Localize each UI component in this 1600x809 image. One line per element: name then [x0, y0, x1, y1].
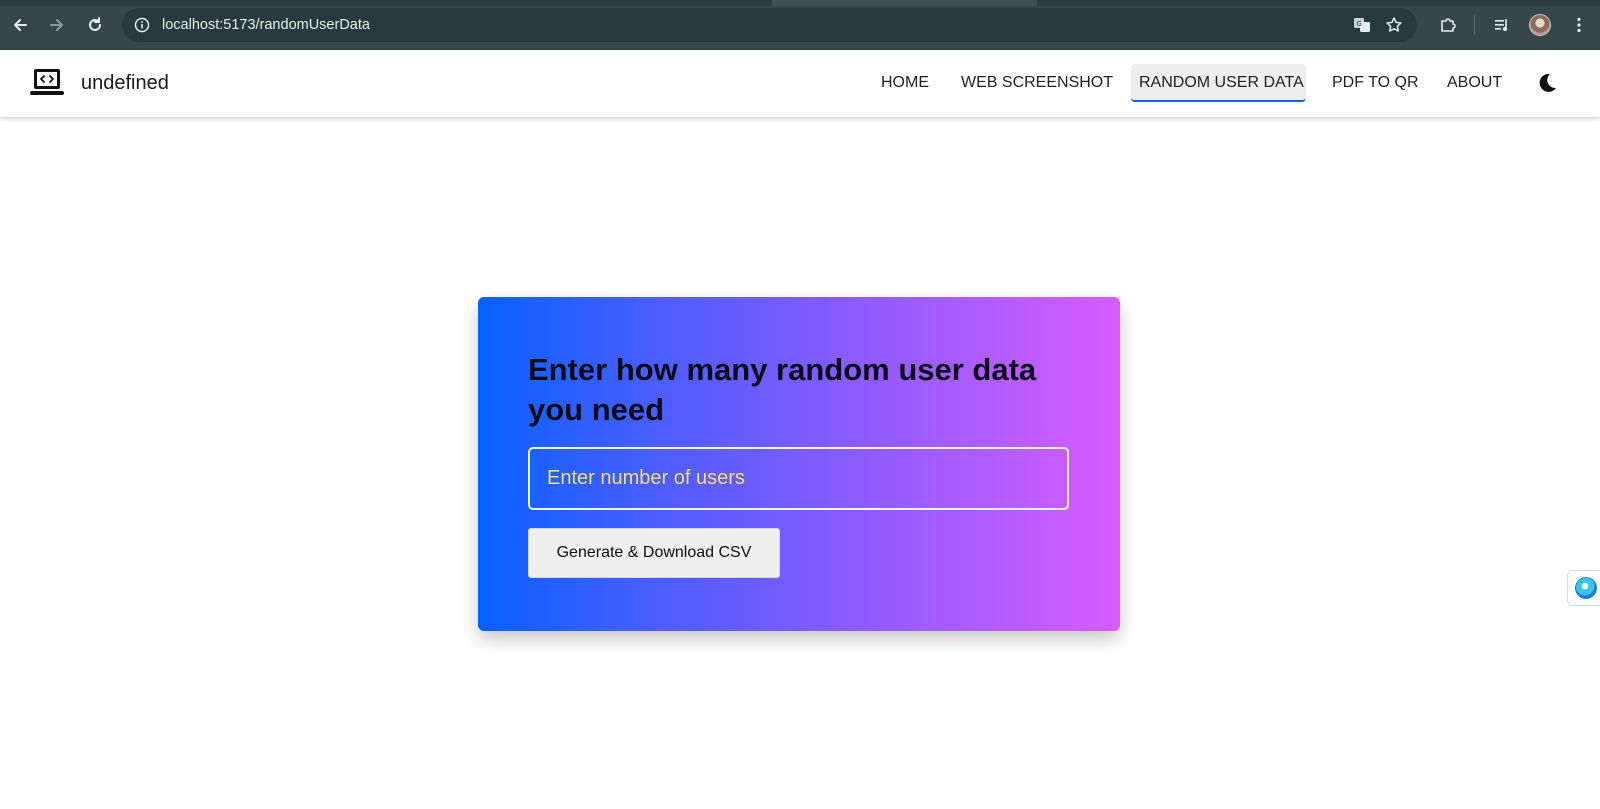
- arrow-left-icon[interactable]: [8, 13, 32, 37]
- card-title: Enter how many random user data you need: [528, 352, 1037, 427]
- toolbar-separator: [1474, 15, 1475, 35]
- tab-strip-highlight: [772, 0, 1037, 6]
- nav-pdf-to-qr[interactable]: PDF TO QR: [1324, 64, 1427, 102]
- nav-about[interactable]: ABOUT: [1439, 64, 1510, 102]
- arrow-right-icon[interactable]: [45, 13, 69, 37]
- translate-icon[interactable]: G: [1352, 15, 1372, 35]
- laptop-code-icon[interactable]: [30, 68, 64, 98]
- reload-icon[interactable]: [83, 13, 107, 37]
- media-queue-icon[interactable]: [1490, 13, 1514, 37]
- generate-download-csv-button[interactable]: Generate & Download CSV: [528, 528, 780, 578]
- svg-text:G: G: [1357, 20, 1362, 28]
- nav-random-user-data[interactable]: RANDOM USER DATA: [1131, 64, 1306, 102]
- nav-home[interactable]: HOME: [873, 64, 937, 102]
- brand-name[interactable]: undefined: [81, 50, 169, 117]
- address-bar[interactable]: localhost:5173/randomUserData G: [122, 8, 1417, 42]
- kebab-menu-icon[interactable]: [1567, 13, 1591, 37]
- avatar[interactable]: [1529, 14, 1551, 36]
- random-user-card: Enter how many random user data you need…: [478, 297, 1120, 631]
- app-navbar: undefined HOME WEB SCREENSHOT RANDOM USE…: [0, 50, 1600, 117]
- moon-icon[interactable]: [1534, 70, 1560, 96]
- browser-toolbar: localhost:5173/randomUserData G: [0, 0, 1600, 50]
- user-count-input[interactable]: [528, 447, 1069, 510]
- nav-web-screenshot[interactable]: WEB SCREENSHOT: [953, 64, 1121, 102]
- tab-strip-edge: [0, 0, 1600, 6]
- assistant-widget[interactable]: [1567, 570, 1600, 606]
- puzzle-icon[interactable]: [1436, 13, 1460, 37]
- info-icon[interactable]: [132, 15, 152, 35]
- url-text[interactable]: localhost:5173/randomUserData: [162, 8, 370, 42]
- assistant-orb-icon: [1574, 577, 1597, 599]
- star-icon[interactable]: [1384, 15, 1404, 35]
